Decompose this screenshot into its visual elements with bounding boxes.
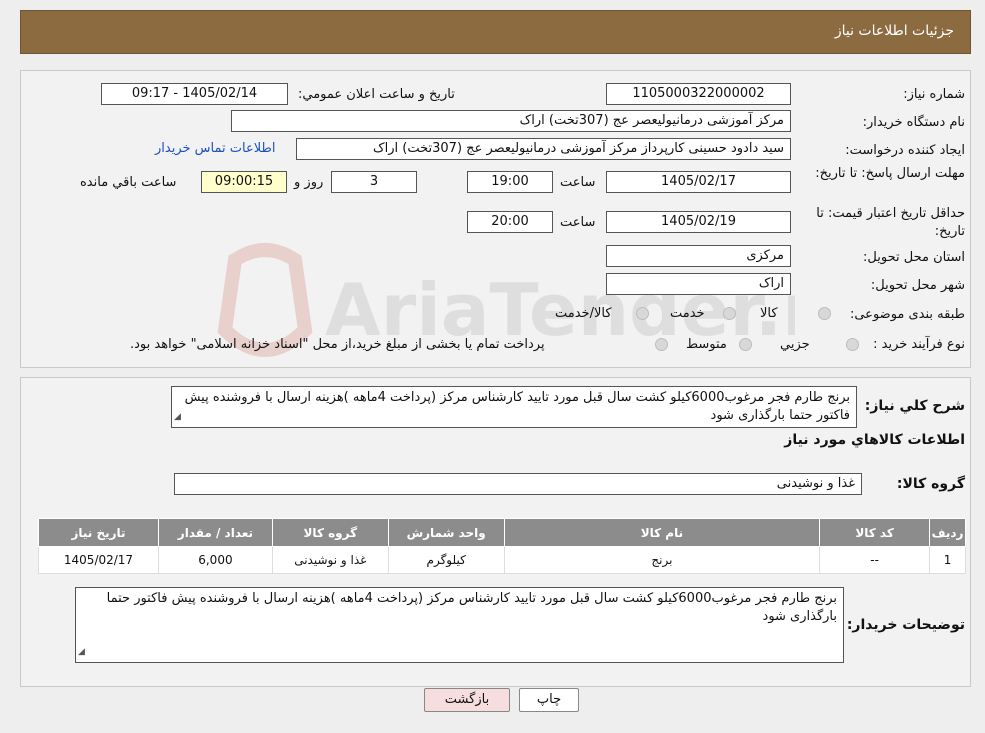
buyer-label: نام دستگاه خریدار:	[862, 115, 965, 130]
table-header-row: ردیف کد کالا نام کالا واحد شمارش گروه کا…	[38, 518, 966, 547]
goods-group-field: غذا و نوشیدنی	[174, 473, 862, 495]
buyer-field: مرکز آموزشی درمانیولیعصر عج (307تخت) ارا…	[231, 110, 791, 132]
province-field: مرکزی	[606, 245, 791, 267]
purchase-option-medium: متوسط	[686, 337, 727, 352]
validity-time-field: 20:00	[467, 211, 553, 233]
purchase-note: پرداخت تمام یا بخشی از مبلغ خرید،از محل …	[130, 337, 545, 352]
deadline-time-label: ساعت	[560, 175, 596, 190]
purchase-option-minor: جزیي	[780, 337, 810, 352]
table-cell: کیلوگرم	[387, 546, 505, 574]
category-option-goods-service: کالا/خدمت	[555, 306, 612, 321]
category-option-goods: کالا	[760, 306, 778, 321]
items-table-container: ردیف کد کالا نام کالا واحد شمارش گروه کا…	[38, 518, 966, 574]
remaining-time-field: 09:00:15	[201, 171, 287, 193]
category-radio-goods[interactable]	[818, 307, 831, 320]
column-header: تعداد / مقدار	[157, 518, 273, 547]
purchase-label: نوع فرآیند خرید :	[873, 337, 965, 352]
days-field: 3	[331, 171, 417, 193]
purchase-radio-medium[interactable]	[739, 338, 752, 351]
resize-handle-icon[interactable]: ◢	[174, 408, 181, 426]
need-number-label: شماره نیاز:	[903, 87, 965, 102]
purchase-radio-minor[interactable]	[846, 338, 859, 351]
announce-label: تاریخ و ساعت اعلان عمومي:	[298, 87, 455, 102]
description-text: برنج طارم فجر مرغوب6000کیلو کشت سال قبل …	[184, 390, 850, 423]
validity-label: حداقل تاریخ اعتبار قیمت: تا تاریخ:	[816, 206, 965, 239]
column-header: ردیف	[929, 518, 966, 547]
deadline-label: مهلت ارسال پاسخ: تا تاریخ:	[815, 166, 965, 181]
back-button[interactable]: بازگشت	[424, 688, 510, 712]
purchase-checkbox-treasury[interactable]	[655, 338, 668, 351]
column-header: تاریخ نیاز	[38, 518, 159, 547]
city-label: شهر محل تحویل:	[870, 278, 965, 293]
column-header: کد کالا	[819, 518, 931, 547]
deadline-date-field: 1405/02/17	[606, 171, 791, 193]
category-label: طبقه بندی موضوعی:	[849, 307, 965, 322]
table-cell: غذا و نوشیدنی	[271, 546, 389, 574]
table-cell: 1405/02/17	[38, 546, 159, 574]
buyer-notes-textarea[interactable]: برنج طارم فجر مرغوب6000کیلو کشت سال قبل …	[75, 587, 844, 663]
buyer-notes-text: برنج طارم فجر مرغوب6000کیلو کشت سال قبل …	[106, 591, 837, 624]
buyer-notes-label: توضیحات خریدار:	[846, 617, 965, 633]
table-cell: برنج	[503, 546, 821, 574]
need-number-field: 1105000322000002	[606, 83, 791, 105]
buyer-contact-link[interactable]: اطلاعات تماس خریدار	[155, 141, 275, 156]
table-cell: 6,000	[157, 546, 273, 574]
column-header: نام کالا	[503, 518, 821, 547]
remaining-label: ساعت باقي مانده	[80, 175, 177, 190]
category-radio-goods-service[interactable]	[636, 307, 649, 320]
goods-info-title: اطلاعات کالاهاي مورد نیاز	[784, 432, 965, 448]
announce-field: 1405/02/14 - 09:17	[101, 83, 288, 105]
creator-label: ایجاد کننده درخواست:	[845, 143, 965, 158]
print-button[interactable]: چاپ	[519, 688, 579, 712]
table-cell: --	[819, 546, 931, 574]
page-header: جزئیات اطلاعات نیاز	[20, 10, 971, 54]
city-field: اراک	[606, 273, 791, 295]
column-header: واحد شمارش	[387, 518, 505, 547]
validity-date-field: 1405/02/19	[606, 211, 791, 233]
category-option-service: خدمت	[670, 306, 705, 321]
description-label: شرح کلي نیاز:	[864, 398, 965, 414]
category-radio-service[interactable]	[723, 307, 736, 320]
items-table: ردیف کد کالا نام کالا واحد شمارش گروه کا…	[38, 518, 966, 574]
days-label: روز و	[294, 175, 324, 190]
page-title: جزئیات اطلاعات نیاز	[834, 23, 954, 39]
deadline-time-field: 19:00	[467, 171, 553, 193]
creator-field: سید دادود حسینی کارپرداز مرکز آموزشی درم…	[296, 138, 791, 160]
table-cell: 1	[929, 546, 966, 574]
table-row: 1 -- برنج کیلوگرم غذا و نوشیدنی 6,000 14…	[38, 546, 966, 574]
description-textarea[interactable]: برنج طارم فجر مرغوب6000کیلو کشت سال قبل …	[171, 386, 857, 428]
column-header: گروه کالا	[271, 518, 389, 547]
province-label: استان محل تحویل:	[863, 250, 965, 265]
goods-group-label: گروه کالا:	[896, 476, 965, 492]
validity-time-label: ساعت	[560, 215, 596, 230]
resize-handle-icon[interactable]: ◢	[78, 643, 85, 661]
